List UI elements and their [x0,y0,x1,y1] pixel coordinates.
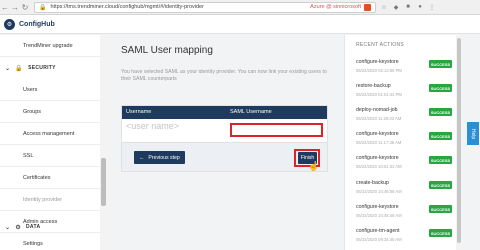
lock-icon: 🔒 [39,4,47,11]
browser-toolbar: ← → ↻ 🔒 https://tms.trendminer.cloud/con… [0,0,480,15]
status-badge: SUCCESS [429,60,452,68]
action-time: 05/22/2020 02:13:56 PM [356,68,402,73]
sidebar-item-settings[interactable]: Settings [0,233,100,250]
page-title: SAML User mapping [121,45,213,56]
section-label: SECURITY [28,65,56,71]
arrow-left-icon: ← [139,154,145,161]
recent-actions-panel: RECENT ACTIONS configure-keystore 05/22/… [344,35,456,250]
column-header-username: Username [126,109,152,115]
back-icon[interactable]: ← [0,1,10,13]
chevron-down-icon: ⌄ [5,65,11,72]
sidebar-item-ssl[interactable]: SSL [0,145,100,167]
recent-action-item[interactable]: configure-tm-agent 05/22/2020 09:34:45 A… [356,228,452,250]
username-value: <user name> [126,121,180,131]
sidebar-section-security[interactable]: ⌄ 🔒 SECURITY [0,59,100,77]
action-name: configure-keystore [356,131,399,137]
action-time: 05/22/2020 11:26:03 AM [356,116,402,121]
status-badge: SUCCESS [429,181,452,189]
app-name[interactable]: ConfigHub [19,21,55,28]
recent-action-item[interactable]: configure-keystore 05/22/2020 02:13:56 P… [356,59,452,81]
recent-actions-scroll-thumb[interactable] [457,38,461,243]
sidebar: TrendMiner upgrade ⌄ 🔒 SECURITY Users Gr… [0,35,107,250]
recent-action-item[interactable]: configure-keystore 05/22/2020 10:48:48 A… [356,204,452,226]
action-name: configure-keystore [356,59,399,65]
mapping-table-header: Username SAML Username [122,106,327,119]
previous-step-label: Previous step [148,154,180,161]
database-icon: ⚙ [15,224,22,231]
action-time: 05/22/2020 09:34:45 AM [356,237,402,242]
sidebar-item-identity-provider[interactable]: Identity provider [0,189,100,211]
reload-icon[interactable]: ↻ [20,1,30,13]
sidebar-item-certificates[interactable]: Certificates [0,167,100,189]
mapping-card: Username SAML Username <user name> ← Pre… [121,105,328,172]
recent-action-item[interactable]: deploy-nomad-job 05/22/2020 11:26:03 AM … [356,107,452,129]
status-badge: SUCCESS [429,132,452,140]
sidebar-scroll-thumb[interactable] [101,158,106,206]
extension-icon[interactable] [364,3,371,11]
previous-step-button[interactable]: ← Previous step [134,151,185,164]
sidebar-scrollbar[interactable] [100,35,107,250]
sidebar-item-trendminer-upgrade[interactable]: TrendMiner upgrade [0,35,100,57]
action-name: create-backup [356,180,389,186]
column-header-saml-username: SAML Username [230,109,272,115]
section-label: DATA [26,224,41,230]
logo-icon: ⚙ [4,18,15,30]
app-header: ⚙ ConfigHub [0,15,480,34]
action-time: 05/22/2020 10:48:48 AM [356,213,402,218]
action-name: configure-tm-agent [356,228,400,234]
status-badge: SUCCESS [429,205,452,213]
sidebar-item-access-management[interactable]: Access management [0,123,100,145]
browser-user: Azure @ sinnicrosoft [310,4,361,10]
help-tab[interactable]: Help [467,122,479,145]
action-time: 05/22/2020 11:17:36 AM [356,140,402,145]
status-badge: SUCCESS [429,84,452,92]
card-footer: ← Previous step Finish ☝ [122,142,327,171]
action-name: restore-backup [356,83,391,89]
address-bar[interactable]: 🔒 https://tms.trendminer.cloud/confighub… [34,1,376,13]
status-badge: SUCCESS [429,156,452,164]
recent-action-item[interactable]: create-backup 05/22/2020 10:46:08 AM SUC… [356,180,452,202]
action-time: 05/22/2020 01:01:43 PM [356,92,402,97]
sidebar-item-groups[interactable]: Groups [0,101,100,123]
action-name: configure-keystore [356,204,399,210]
action-name: deploy-nomad-job [356,107,398,113]
action-time: 05/22/2020 10:46:08 AM [356,189,402,194]
saml-username-input[interactable] [230,123,323,137]
profile-icon[interactable]: ● [416,3,424,11]
hand-cursor-icon: ☝ [308,161,320,171]
extensions-icon[interactable]: ■ [404,3,412,11]
bookmark-icon[interactable]: ☆ [380,3,388,11]
recent-action-item[interactable]: configure-keystore 05/22/2020 11:17:36 A… [356,131,452,153]
action-time: 05/22/2020 10:51:32 AM [356,164,402,169]
shield-icon[interactable]: ◆ [392,3,400,11]
recent-action-item[interactable]: configure-keystore 05/22/2020 10:51:32 A… [356,155,452,177]
forward-icon[interactable]: → [10,1,20,13]
help-tab-label: Help [469,128,476,139]
recent-actions-title: RECENT ACTIONS [356,42,405,48]
recent-action-item[interactable]: restore-backup 05/22/2020 01:01:43 PM SU… [356,83,452,105]
status-badge: SUCCESS [429,108,452,116]
action-name: configure-keystore [356,155,399,161]
chevron-down-icon: ⌄ [5,224,11,231]
url-text: https://tms.trendminer.cloud/confighub/m… [50,4,204,10]
lock-icon: 🔒 [15,65,24,72]
status-badge: SUCCESS [429,229,452,237]
sidebar-item-users[interactable]: Users [0,79,100,101]
menu-icon[interactable]: ⋮ [428,3,436,11]
page-description: You have selected SAML as your identity … [121,69,327,82]
